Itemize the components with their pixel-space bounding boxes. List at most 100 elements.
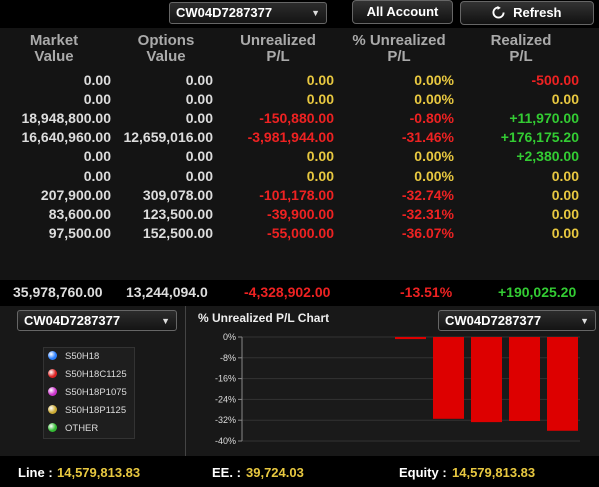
table-row: 207,900.00 309,078.00 -101,178.00 -32.74% 0.… (0, 187, 599, 206)
cell-options-value: 123,500.00 (142, 205, 213, 222)
legend-dot-icon (48, 369, 57, 378)
cell-options-value: 12,659,016.00 (123, 129, 213, 146)
cell-market-value: 0.00 (83, 148, 111, 165)
legend-account-select[interactable]: CW04D7287377 ▼ (17, 310, 177, 331)
legend-label: S50H18P1125 (65, 405, 127, 416)
header-unrealized-pl: Unrealized P/L (232, 33, 324, 65)
chart-legend: S50H18 S50H18C1125 S50H18P1075 S50H18P11… (43, 347, 135, 439)
header-line: % Unrealized (352, 32, 446, 49)
table-row: 0.00 0.00 0.00 0.00% 0.00 (0, 91, 599, 110)
legend-dot-icon (48, 351, 57, 360)
cell-realized-pl: 0.00 (551, 205, 579, 222)
cell-realized-pl: +2,380.00 (516, 148, 579, 165)
cell-options-value: 0.00 (185, 72, 213, 88)
ee-label: EE. : (212, 465, 241, 480)
cell-options-value: 152,500.00 (142, 224, 213, 241)
cell-options-value: 0.00 (185, 148, 213, 165)
cell-pct-unrealized-pl: -31.46% (401, 129, 454, 146)
cell-realized-pl: 0.00 (551, 91, 579, 108)
cell-realized-pl: 0.00 (551, 167, 579, 184)
legend-item: S50H18P1125 (48, 402, 126, 419)
table-row: 18,948,800.00 0.00 -150,880.00 -0.80% +11,97… (0, 110, 599, 129)
header-line: Market (29, 32, 79, 49)
cell-options-value: 0.00 (185, 91, 213, 108)
total-options-value: 13,244,094.0 (126, 284, 208, 300)
table-row: 0.00 0.00 0.00 0.00% +2,380.00 (0, 148, 599, 167)
cell-pct-unrealized-pl: -36.07% (401, 224, 454, 241)
cell-market-value: 18,948,800.00 (21, 110, 111, 127)
legend-label: S50H18 (65, 351, 100, 362)
header-line: P/L (387, 48, 411, 65)
legend-item: OTHER (48, 420, 98, 437)
refresh-label: Refresh (513, 5, 562, 20)
cell-unrealized-pl: 0.00 (306, 91, 334, 108)
cell-unrealized-pl: -55,000.00 (267, 224, 334, 241)
account-select[interactable]: CW04D7287377 ▼ (169, 2, 327, 24)
legend-dot-icon (48, 387, 57, 396)
ee-value: 39,724.03 (246, 465, 304, 480)
legend-item: S50H18C1125 (48, 366, 127, 383)
chevron-down-icon: ▼ (161, 316, 170, 326)
cell-market-value: 97,500.00 (48, 224, 111, 241)
line-value: 14,579,813.83 (57, 465, 141, 480)
cell-market-value: 83,600.00 (48, 205, 111, 222)
equity-value: 14,579,813.83 (452, 465, 536, 480)
header-line: P/L (509, 48, 533, 65)
cell-market-value: 0.00 (83, 72, 111, 88)
refresh-button[interactable]: Refresh (460, 1, 594, 25)
line-label: Line : (18, 465, 53, 480)
cell-realized-pl: -500.00 (531, 72, 579, 88)
table-row: 83,600.00 123,500.00 -39,900.00 -32.31% 0.00 (0, 206, 599, 225)
total-unrealized-pl: -4,328,902.00 (244, 284, 331, 300)
total-realized-pl: +190,025.20 (498, 284, 577, 300)
total-market-value: 35,978,760.00 (13, 284, 103, 300)
header-line: Realized (490, 32, 552, 49)
chart-account-select[interactable]: CW04D7287377 ▼ (438, 310, 596, 331)
legend-label: S50H18C1125 (65, 369, 127, 380)
cell-pct-unrealized-pl: 0.00% (414, 148, 454, 165)
cell-market-value: 207,900.00 (40, 186, 111, 203)
cell-unrealized-pl: -39,900.00 (267, 205, 334, 222)
table-row: 0.00 0.00 0.00 0.00% 0.00 (0, 168, 599, 187)
totals-row: 35,978,760.00 13,244,094.0 -4,328,902.00… (0, 280, 599, 304)
total-pct-unrealized-pl: -13.51% (400, 284, 453, 300)
header-pct-unrealized-pl: % Unrealized P/L (345, 33, 453, 65)
header-realized-pl: Realized P/L (476, 33, 566, 65)
header-line: P/L (266, 48, 290, 65)
header-line: Value (34, 48, 74, 65)
cell-unrealized-pl: -101,178.00 (259, 186, 334, 203)
cell-options-value: 309,078.00 (142, 186, 213, 203)
legend-item: S50H18P1075 (48, 384, 127, 401)
table-row: 97,500.00 152,500.00 -55,000.00 -36.07% 0.00 (0, 225, 599, 244)
legend-account-select-value: CW04D7287377 (24, 313, 121, 328)
cell-pct-unrealized-pl: -32.31% (401, 205, 454, 222)
cell-options-value: 0.00 (185, 110, 213, 127)
chevron-down-icon: ▼ (311, 8, 320, 18)
all-account-button[interactable]: All Account (352, 0, 453, 24)
refresh-icon (492, 6, 506, 19)
cell-pct-unrealized-pl: 0.00% (414, 167, 454, 184)
chart-title: % Unrealized P/L Chart (198, 311, 330, 325)
header-options-value: Options Value (124, 33, 208, 65)
cell-market-value: 0.00 (83, 167, 111, 184)
account-select-value: CW04D7287377 (176, 5, 273, 20)
cell-market-value: 16,640,960.00 (21, 129, 111, 146)
legend-label: OTHER (65, 423, 99, 434)
cell-realized-pl: +11,970.00 (509, 110, 579, 127)
toolbar: CW04D7287377 ▼ All Account Refresh (0, 0, 599, 28)
cell-realized-pl: +176,175.20 (500, 129, 579, 146)
legend-dot-icon (48, 423, 57, 432)
chart-account-select-value: CW04D7287377 (445, 313, 542, 328)
cell-pct-unrealized-pl: 0.00% (414, 91, 454, 108)
header-line: Value (146, 48, 186, 65)
cell-pct-unrealized-pl: -32.74% (401, 186, 454, 203)
cell-unrealized-pl: 0.00 (306, 72, 334, 88)
cell-unrealized-pl: 0.00 (306, 167, 334, 184)
cell-unrealized-pl: 0.00 (306, 148, 334, 165)
legend-dot-icon (48, 405, 57, 414)
header-line: Unrealized (240, 32, 316, 49)
cell-market-value: 0.00 (83, 91, 111, 108)
header-line: Options (137, 32, 195, 49)
cell-pct-unrealized-pl: -0.80% (409, 110, 454, 127)
legend-label: S50H18P1075 (65, 387, 127, 398)
